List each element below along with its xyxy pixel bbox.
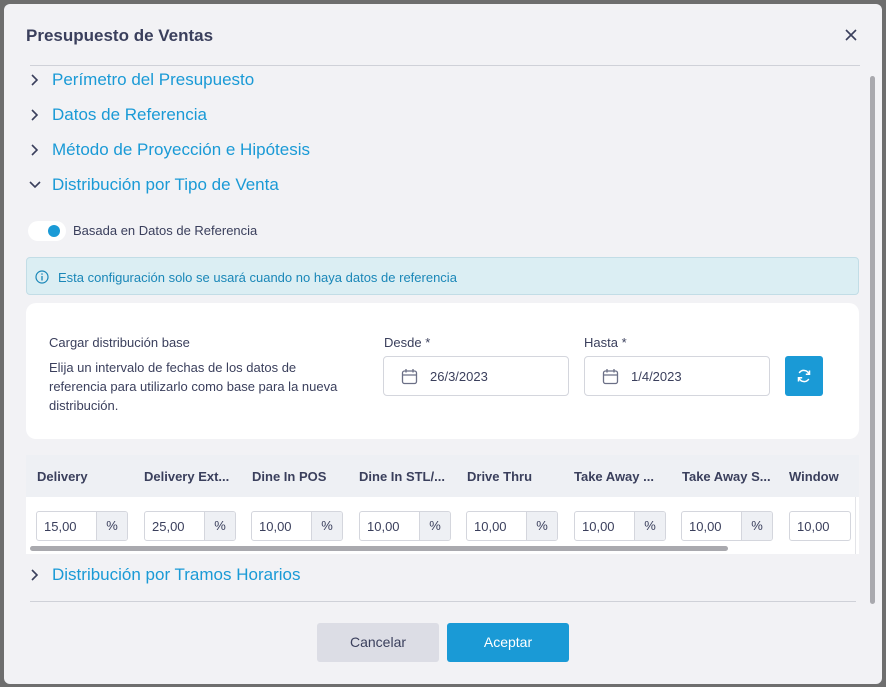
dialog-header: Presupuesto de Ventas [4, 4, 882, 66]
info-icon [35, 270, 49, 284]
section-distribucion-tipo-venta[interactable]: Distribución por Tipo de Venta [26, 173, 279, 197]
percent-value: 10,00 [689, 519, 722, 534]
calendar-icon [401, 369, 418, 385]
column-header: Window [789, 469, 839, 484]
grid-header-row: Delivery Delivery Ext... Dine In POS Din… [26, 455, 859, 497]
from-date-input[interactable]: 26/3/2023 [383, 356, 569, 396]
section-perimetro[interactable]: Perímetro del Presupuesto [26, 68, 254, 92]
chevron-right-icon [31, 144, 39, 156]
percent-value: 10,00 [797, 519, 830, 534]
percent-value: 15,00 [44, 519, 77, 534]
percent-input-take-away-s[interactable]: 10,00 % [681, 511, 773, 541]
column-header: Drive Thru [467, 469, 533, 484]
horizontal-scrollbar-thumb[interactable] [30, 546, 728, 551]
section-label: Perímetro del Presupuesto [52, 70, 255, 89]
percent-unit: % [419, 512, 450, 540]
reference-data-toggle[interactable] [28, 221, 66, 241]
percent-input-dine-in-pos[interactable]: 10,00 % [251, 511, 343, 541]
column-header: Dine In STL/... [359, 469, 445, 484]
from-date-value: 26/3/2023 [430, 369, 488, 384]
chevron-down-icon [29, 181, 41, 189]
percent-value: 10,00 [474, 519, 507, 534]
percent-unit: % [96, 512, 127, 540]
toggle-label: Basada en Datos de Referencia [73, 223, 258, 238]
section-label: Datos de Referencia [52, 105, 207, 124]
budget-dialog: Presupuesto de Ventas Perímetro del Pres… [4, 4, 882, 684]
header-divider [30, 65, 860, 66]
percent-value: 25,00 [152, 519, 185, 534]
percent-value: 10,00 [259, 519, 292, 534]
to-date-value: 1/4/2023 [631, 369, 682, 384]
chevron-right-icon [31, 74, 39, 86]
percent-input-delivery-ext[interactable]: 25,00 % [144, 511, 236, 541]
footer-divider [30, 601, 856, 602]
percent-input-drive-thru[interactable]: 10,00 % [466, 511, 558, 541]
column-header: Take Away ... [574, 469, 654, 484]
sales-type-grid: Delivery Delivery Ext... Dine In POS Din… [26, 455, 859, 554]
chevron-right-icon [31, 569, 39, 581]
vertical-scrollbar-thumb[interactable] [870, 76, 875, 604]
section-metodo-proyeccion[interactable]: Método de Proyección e Hipótesis [26, 138, 310, 162]
section-label: Distribución por Tipo de Venta [52, 175, 279, 194]
chevron-right-icon [31, 109, 39, 121]
cancel-button[interactable]: Cancelar [317, 623, 439, 662]
card-title: Cargar distribución base [49, 335, 190, 350]
section-label: Método de Proyección e Hipótesis [52, 140, 310, 159]
refresh-button[interactable] [785, 356, 823, 396]
percent-unit: % [526, 512, 557, 540]
accept-button[interactable]: Aceptar [447, 623, 569, 662]
card-description: Elija un intervalo de fechas de los dato… [49, 360, 338, 413]
toggle-knob [48, 225, 60, 237]
percent-value: 10,00 [367, 519, 400, 534]
column-header: Dine In POS [252, 469, 327, 484]
column-header: Delivery Ext... [144, 469, 230, 484]
to-date-input[interactable]: 1/4/2023 [584, 356, 770, 396]
from-label: Desde * [384, 335, 431, 350]
grid-edge [855, 497, 859, 554]
percent-unit: % [634, 512, 665, 540]
section-datos-referencia[interactable]: Datos de Referencia [26, 103, 207, 127]
dialog-title: Presupuesto de Ventas [26, 26, 214, 45]
percent-input-take-away[interactable]: 10,00 % [574, 511, 666, 541]
percent-input-delivery[interactable]: 15,00 % [36, 511, 128, 541]
section-label: Distribución por Tramos Horarios [52, 565, 301, 584]
info-text: Esta configuración solo se usará cuando … [58, 270, 457, 285]
close-icon [845, 29, 857, 41]
section-distribucion-tramos-horarios[interactable]: Distribución por Tramos Horarios [26, 563, 300, 587]
refresh-icon [797, 369, 811, 383]
column-header: Delivery [37, 469, 88, 484]
percent-unit: % [741, 512, 772, 540]
calendar-icon [602, 369, 619, 385]
percent-input-dine-in-stl[interactable]: 10,00 % [359, 511, 451, 541]
column-header: Take Away S... [682, 469, 771, 484]
percent-unit: % [311, 512, 342, 540]
close-button[interactable] [840, 24, 862, 46]
percent-value: 10,00 [582, 519, 615, 534]
info-banner: Esta configuración solo se usará cuando … [26, 257, 859, 295]
percent-input-window[interactable]: 10,00 [789, 511, 851, 541]
percent-unit: % [204, 512, 235, 540]
base-distribution-card: Cargar distribución base Elija un interv… [26, 303, 859, 439]
to-label: Hasta * [584, 335, 627, 350]
